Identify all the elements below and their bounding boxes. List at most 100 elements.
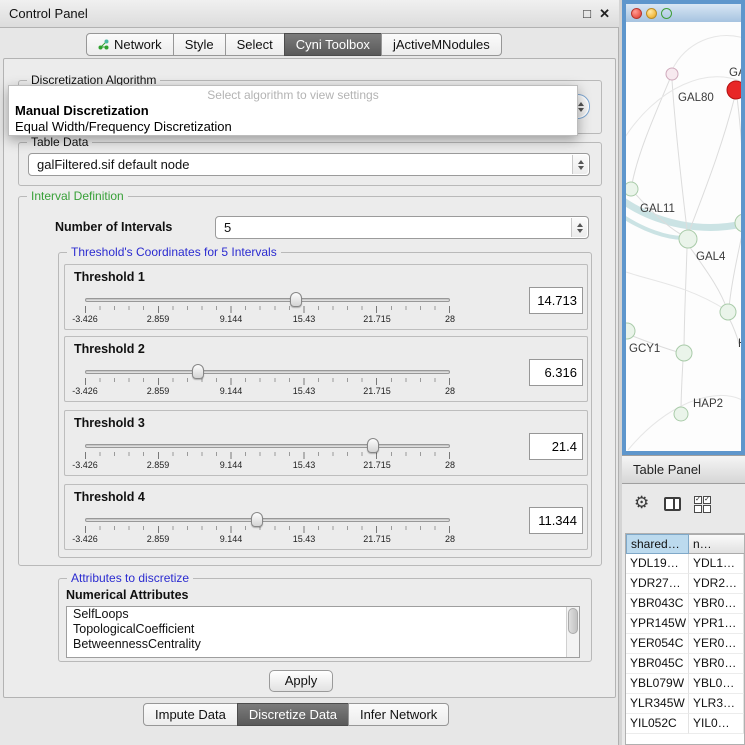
checkbox-icon[interactable] bbox=[703, 505, 711, 513]
slider-scale-label: -3.426 bbox=[72, 534, 98, 544]
table-cell[interactable]: YPR1… bbox=[689, 614, 744, 634]
network-edge[interactable] bbox=[729, 230, 741, 308]
attribute-list-item[interactable]: SelfLoops bbox=[67, 607, 579, 622]
network-edge[interactable] bbox=[737, 97, 741, 218]
tab-discretize-data[interactable]: Discretize Data bbox=[237, 703, 349, 726]
threshold-value-field[interactable] bbox=[529, 359, 583, 386]
combo-stepper-icon[interactable] bbox=[571, 218, 587, 237]
threshold-slider[interactable]: -3.4262.8599.14415.4321.71528 bbox=[85, 363, 450, 401]
slider-thumb[interactable] bbox=[251, 512, 263, 527]
columns-icon[interactable] bbox=[664, 497, 681, 511]
table-cell[interactable]: YBR043C bbox=[626, 594, 689, 614]
network-edge[interactable] bbox=[684, 248, 687, 353]
network-node[interactable] bbox=[626, 182, 638, 196]
list-scrollbar[interactable] bbox=[566, 607, 579, 657]
threshold-slider[interactable]: -3.4262.8599.14415.4321.71528 bbox=[85, 437, 450, 475]
number-of-intervals-label: Number of Intervals bbox=[55, 216, 172, 239]
dropdown-option-equal-width-frequency[interactable]: Equal Width/Frequency Discretization bbox=[9, 119, 577, 135]
gear-icon[interactable]: ⚙ bbox=[634, 493, 649, 513]
checkbox-checked-icon[interactable]: ✓ bbox=[703, 496, 711, 504]
number-of-intervals-combobox[interactable]: 5 bbox=[215, 216, 589, 239]
tab-select[interactable]: Select bbox=[225, 33, 285, 56]
scrollbar-thumb[interactable] bbox=[568, 608, 578, 634]
numerical-attributes-list[interactable]: SelfLoopsTopologicalCoefficientBetweenne… bbox=[66, 606, 580, 658]
threshold-slider[interactable]: -3.4262.8599.14415.4321.71528 bbox=[85, 511, 450, 549]
table-cell[interactable]: YLR3… bbox=[689, 694, 744, 714]
table-cell[interactable]: YBR0… bbox=[689, 594, 744, 614]
network-edge[interactable] bbox=[672, 36, 741, 70]
network-edge[interactable] bbox=[681, 360, 683, 412]
column-header-shared-name[interactable]: shared… bbox=[626, 534, 689, 554]
threshold-slider[interactable]: -3.4262.8599.14415.4321.71528 bbox=[85, 291, 450, 329]
minimize-orb-icon[interactable] bbox=[646, 8, 657, 19]
combo-stepper-icon[interactable] bbox=[572, 155, 588, 174]
table-cell[interactable]: YPR145W bbox=[626, 614, 689, 634]
close-orb-icon[interactable] bbox=[631, 8, 642, 19]
table-cell[interactable]: YBR045C bbox=[626, 654, 689, 674]
tab-jactivemnodules[interactable]: jActiveMNodules bbox=[381, 33, 502, 56]
network-edge[interactable] bbox=[689, 92, 736, 232]
table-row[interactable]: YDR27…YDR2… bbox=[626, 574, 744, 594]
column-header-name[interactable]: n… bbox=[689, 534, 744, 554]
network-edge[interactable] bbox=[628, 395, 741, 450]
threshold-value-field[interactable] bbox=[529, 287, 583, 314]
table-row[interactable]: YPR145WYPR1… bbox=[626, 614, 744, 634]
slider-thumb[interactable] bbox=[290, 292, 302, 307]
apply-button[interactable]: Apply bbox=[269, 670, 333, 692]
table-row[interactable]: YBR043CYBR0… bbox=[626, 594, 744, 614]
network-edge[interactable] bbox=[632, 74, 672, 184]
table-cell[interactable]: YIL0… bbox=[689, 714, 744, 734]
table-row[interactable]: YIL052CYIL0… bbox=[626, 714, 744, 734]
slider-thumb[interactable] bbox=[192, 364, 204, 379]
slider-track[interactable] bbox=[85, 518, 450, 522]
network-node[interactable] bbox=[727, 81, 741, 99]
tab-style[interactable]: Style bbox=[173, 33, 226, 56]
table-row[interactable]: YBL079WYBL0… bbox=[626, 674, 744, 694]
tab-impute-data[interactable]: Impute Data bbox=[143, 703, 238, 726]
zoom-orb-icon[interactable] bbox=[661, 8, 672, 19]
table-data-combobox[interactable]: galFiltered.sif default node bbox=[28, 153, 590, 176]
table-cell[interactable]: YIL052C bbox=[626, 714, 689, 734]
slider-thumb[interactable] bbox=[367, 438, 379, 453]
dropdown-option-manual-discretization[interactable]: Manual Discretization bbox=[9, 103, 577, 119]
table-cell[interactable]: YDL19… bbox=[626, 554, 689, 574]
checkbox-checked-icon[interactable]: ✓ bbox=[694, 496, 702, 504]
network-node[interactable] bbox=[679, 230, 697, 248]
attribute-list-item[interactable]: BetweennessCentrality bbox=[67, 637, 579, 652]
slider-track[interactable] bbox=[85, 298, 450, 302]
slider-scale-label: 2.859 bbox=[147, 386, 170, 396]
table-cell[interactable]: YBR0… bbox=[689, 654, 744, 674]
slider-track[interactable] bbox=[85, 370, 450, 374]
network-node[interactable] bbox=[666, 68, 678, 80]
node-attribute-table[interactable]: shared… n… YDL19…YDL1…YDR27…YDR2…YBR043C… bbox=[625, 533, 745, 745]
table-row[interactable]: YER054CYER0… bbox=[626, 634, 744, 654]
table-row[interactable]: YDL19…YDL1… bbox=[626, 554, 744, 574]
slider-track[interactable] bbox=[85, 444, 450, 448]
select-columns-checkboxes[interactable]: ✓ ✓ bbox=[694, 496, 711, 513]
network-node[interactable] bbox=[720, 304, 736, 320]
table-cell[interactable]: YBL079W bbox=[626, 674, 689, 694]
table-cell[interactable]: YBL0… bbox=[689, 674, 744, 694]
table-cell[interactable]: YER0… bbox=[689, 634, 744, 654]
table-row[interactable]: YLR345WYLR3… bbox=[626, 694, 744, 714]
table-cell[interactable]: YDR27… bbox=[626, 574, 689, 594]
threshold-value-field[interactable] bbox=[529, 507, 583, 534]
threshold-value-field[interactable] bbox=[529, 433, 583, 460]
tab-network[interactable]: Network bbox=[86, 33, 174, 56]
table-cell[interactable]: YLR345W bbox=[626, 694, 689, 714]
table-row[interactable]: YBR045CYBR0… bbox=[626, 654, 744, 674]
table-cell[interactable]: YER054C bbox=[626, 634, 689, 654]
attribute-list-item[interactable]: TopologicalCoefficient bbox=[67, 622, 579, 637]
network-node[interactable] bbox=[674, 407, 688, 421]
table-cell[interactable]: YDR2… bbox=[689, 574, 744, 594]
network-canvas[interactable]: GAL80GAGAL11GAL4GCY1HHAP2 bbox=[626, 22, 741, 451]
close-icon[interactable]: ✕ bbox=[599, 0, 610, 27]
checkbox-icon[interactable] bbox=[694, 505, 702, 513]
network-edge[interactable] bbox=[626, 77, 741, 142]
network-node[interactable] bbox=[676, 345, 692, 361]
tab-cyni-toolbox[interactable]: Cyni Toolbox bbox=[284, 33, 382, 56]
network-node[interactable] bbox=[735, 214, 741, 232]
table-cell[interactable]: YDL1… bbox=[689, 554, 744, 574]
tab-infer-network[interactable]: Infer Network bbox=[348, 703, 449, 726]
float-window-icon[interactable]: □ bbox=[583, 0, 591, 27]
